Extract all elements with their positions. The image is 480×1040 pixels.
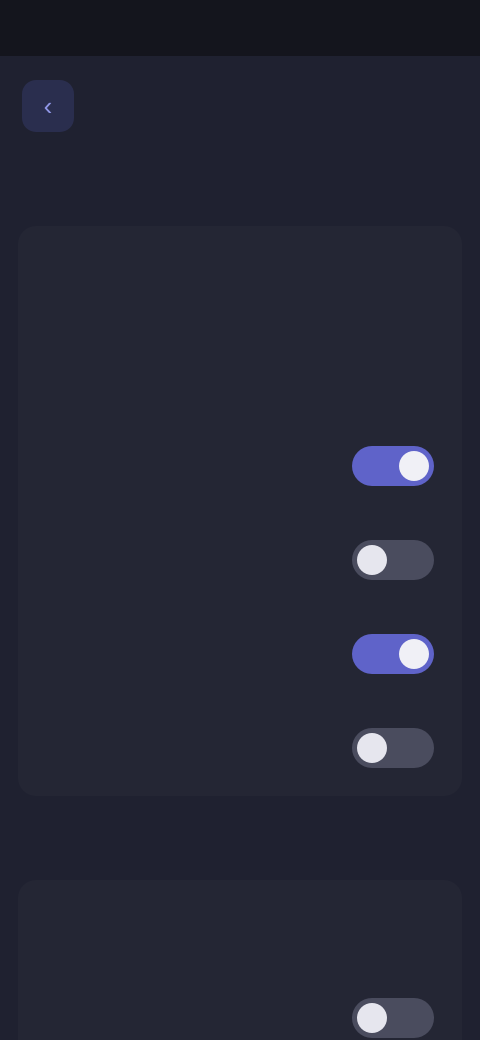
settings-row-8 [18,974,462,1040]
settings-row-5 [18,606,462,700]
toggle-switch[interactable] [352,728,434,768]
settings-card-secondary [18,880,462,1040]
settings-row-6 [18,700,462,796]
toggle-knob [399,451,429,481]
settings-row-1[interactable] [18,226,462,322]
settings-card-main [18,226,462,796]
toggle-knob [357,733,387,763]
status-bar [0,0,480,56]
settings-row-2[interactable] [18,322,462,418]
settings-row-7[interactable] [18,880,462,974]
settings-row-3 [18,418,462,512]
chevron-left-icon: ‹ [43,90,53,121]
toggle-knob [357,1003,387,1033]
settings-row-4 [18,512,462,606]
toggle-switch[interactable] [352,634,434,674]
toggle-switch[interactable] [352,540,434,580]
toggle-knob [357,545,387,575]
toggle-switch[interactable] [352,998,434,1038]
toggle-switch[interactable] [352,446,434,486]
toggle-knob [399,639,429,669]
back-button[interactable]: ‹ [22,80,74,132]
